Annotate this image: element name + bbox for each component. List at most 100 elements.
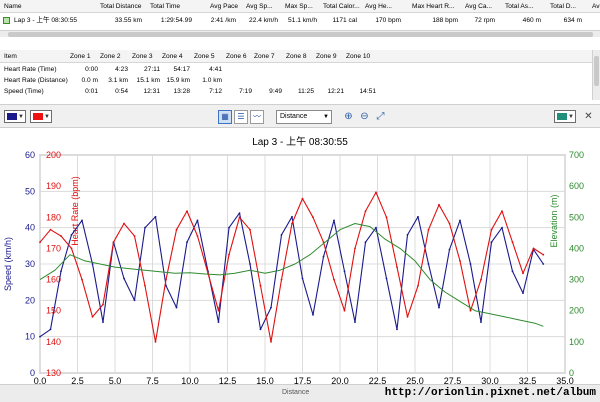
column-header[interactable]: Zone 5 (194, 50, 222, 63)
column-header[interactable]: Avg Pace (210, 0, 240, 13)
heart-rate-point (280, 278, 283, 281)
table-cell (316, 64, 344, 75)
column-header[interactable]: Zone 3 (132, 50, 160, 63)
heart-rate-point (417, 284, 419, 287)
chart-toolbar: ▼ ▼ ▦ ☰ 〰 Distance ▼ ⊕ ⊖ ⤢ ▼ ✕ (0, 104, 600, 128)
table-cell (346, 64, 376, 75)
table-cell (226, 75, 252, 86)
heart-rate-point (448, 222, 451, 225)
x-axis-select-value: Distance (280, 113, 308, 120)
speed-point (396, 328, 398, 331)
table-cell: 51.1 km/h (288, 17, 317, 24)
speed-point (522, 292, 524, 294)
row-label: Heart Rate (Time) (4, 66, 57, 73)
zone-table-vscrollbar[interactable] (592, 50, 600, 100)
table-row[interactable]: Heart Rate (Time) 0:00 4:23 27:11 54:17 4:41 (0, 64, 600, 75)
chart-area[interactable]: Lap 3 - 上午 08:30:55 0.0 2.5 5.0 7.5 10.0 12.5… (0, 129, 600, 402)
zone-table: Item Zone 1 Zone 2 Zone 3 Zone 4 Zone 5 Zone 6… (0, 50, 600, 100)
elevation-tick-label: 700 (569, 150, 584, 160)
row-label: Speed (Time) (4, 88, 44, 95)
column-header[interactable]: Total Calor... (323, 0, 361, 13)
speed-point (259, 328, 262, 331)
zoom-reset-icon[interactable]: ⤢ (374, 110, 387, 124)
table-row[interactable]: Speed (Time) 0:01 0:54 12:31 13:28 7:12 7:19 9:… (0, 86, 600, 97)
chevron-down-icon: ▼ (18, 114, 24, 120)
column-header[interactable]: Total Time (150, 0, 196, 13)
speed-point (249, 263, 251, 265)
heart-rate-point (291, 222, 293, 225)
heart-rate-tick-label: 180 (46, 212, 61, 222)
speed-point (238, 212, 241, 214)
lap-icon (3, 17, 10, 24)
heart-rate-point (396, 266, 398, 268)
table-cell: 22.4 km/h (249, 17, 278, 24)
column-header[interactable]: Zone 1 (70, 50, 98, 63)
table-cell: 4:23 (115, 66, 128, 73)
scroll-thumb[interactable] (8, 32, 593, 37)
speed-point (343, 270, 346, 273)
speed-point (70, 234, 73, 236)
column-header[interactable]: Name (4, 0, 96, 13)
heart-rate-point (364, 210, 367, 212)
chart-line-icon[interactable]: 〰 (250, 110, 264, 124)
heart-rate-point (186, 210, 188, 212)
table-cell: 14:51 (359, 88, 376, 95)
lap-table-header: Name Total Distance Total Time Avg Pace Avg … (0, 0, 600, 13)
column-header[interactable]: Zone 10 (346, 50, 376, 63)
lap-table-hscrollbar[interactable] (0, 30, 600, 37)
speed-tick-label: 10 (25, 332, 35, 342)
speed-axis-title: Speed (km/h) (3, 237, 13, 291)
heart-rate-point (406, 316, 409, 318)
column-header[interactable]: Zone 7 (254, 50, 282, 63)
table-cell: 0:54 (115, 88, 128, 95)
column-header[interactable]: Avg He... (365, 0, 405, 13)
column-header[interactable]: Zone 4 (162, 50, 190, 63)
elevation-tick-label: 100 (569, 337, 584, 347)
chart-stack-icon[interactable]: ☰ (234, 110, 248, 124)
table-cell: 12:31 (143, 88, 160, 95)
column-header[interactable]: Total D... (550, 0, 586, 13)
elevation-axis-title: Elevation (m) (549, 194, 559, 247)
speed-point (511, 270, 514, 273)
column-header[interactable]: Avg Sp... (246, 0, 282, 13)
heart-rate-tick-label: 200 (46, 150, 61, 160)
column-header[interactable]: Item (4, 50, 70, 63)
speed-point (375, 226, 377, 229)
elevation-color-picker[interactable]: ▼ (554, 110, 576, 123)
speed-point (91, 263, 94, 265)
table-row[interactable]: Heart Rate (Distance) 0.0 m 3.1 km 15.1 km 1… (0, 75, 600, 86)
column-header[interactable]: Total As... (505, 0, 545, 13)
speed-point (406, 234, 409, 236)
column-header[interactable]: Avg I (592, 0, 600, 13)
zoom-in-icon[interactable]: ⊕ (342, 110, 355, 124)
column-header[interactable]: Zone 9 (316, 50, 344, 63)
heart-rate-point (91, 316, 94, 318)
elevation-tick-label: 400 (569, 243, 584, 253)
close-icon[interactable]: ✕ (582, 110, 595, 124)
table-cell: 1:29:54.99 (160, 17, 192, 24)
heart-rate-point (228, 253, 230, 256)
right-axis-color-picker[interactable]: ▼ (30, 110, 52, 123)
heart-rate-point (259, 284, 262, 287)
left-axis-color-picker[interactable]: ▼ (4, 110, 26, 123)
column-header[interactable]: Max Heart R... (412, 0, 462, 13)
heart-rate-point (301, 197, 304, 200)
speed-point (123, 277, 125, 280)
chevron-down-icon: ▼ (44, 114, 50, 120)
elevation-tick-label: 0 (569, 368, 574, 378)
column-header[interactable]: Zone 2 (100, 50, 128, 63)
lap-table-row[interactable]: Lap 3 - 上午 08:30:55 33.55 km 1:29:54.99 2:4… (0, 14, 600, 27)
column-header[interactable]: Avg Ca... (465, 0, 499, 13)
chart-svg[interactable]: 0.0 2.5 5.0 7.5 10.0 12.5 15.0 17.5 20.0 22.5 25.0… (0, 129, 600, 402)
speed-tick-label: 30 (25, 259, 35, 269)
column-header[interactable]: Zone 6 (226, 50, 252, 63)
x-axis-select[interactable]: Distance ▼ (276, 110, 332, 124)
zoom-out-icon[interactable]: ⊖ (358, 110, 371, 124)
speed-tick-label: 20 (25, 295, 35, 305)
chart-split-icon[interactable]: ▦ (218, 110, 232, 124)
column-header[interactable]: Max Sp... (285, 0, 321, 13)
scroll-thumb[interactable] (594, 56, 599, 86)
column-header[interactable]: Zone 8 (286, 50, 314, 63)
column-header[interactable]: Total Distance (100, 0, 146, 13)
speed-point (280, 234, 283, 236)
